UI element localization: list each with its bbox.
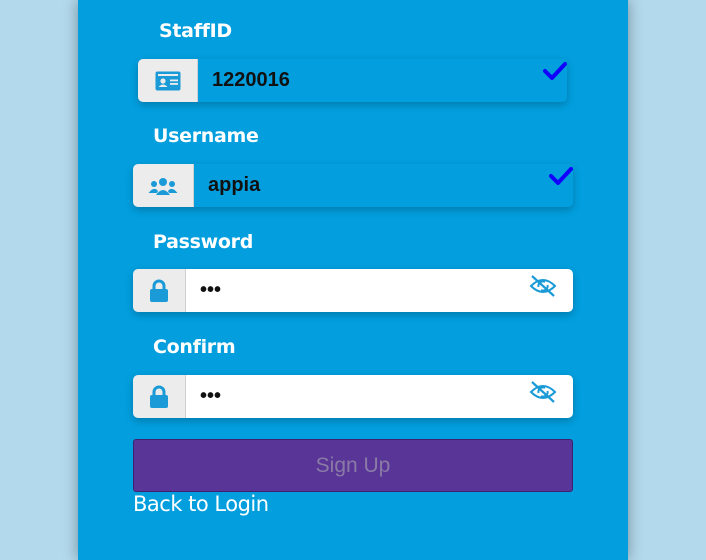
- check-icon: [543, 61, 567, 85]
- password-input[interactable]: •••: [186, 269, 573, 312]
- users-icon: [133, 164, 194, 207]
- username-input[interactable]: appia: [194, 164, 573, 207]
- password-label: Password: [153, 231, 254, 253]
- username-label: Username: [153, 125, 259, 147]
- check-icon: [549, 166, 573, 190]
- staff-id-label: StaffID: [159, 20, 232, 42]
- staff-id-input[interactable]: 1220016: [198, 59, 567, 102]
- confirm-field: •••: [133, 375, 573, 418]
- password-field: •••: [133, 269, 573, 312]
- id-card-icon: [138, 59, 198, 102]
- staff-id-field: 1220016: [138, 59, 567, 102]
- confirm-label: Confirm: [153, 336, 236, 358]
- lock-icon: [133, 375, 186, 418]
- username-field: appia: [133, 164, 573, 207]
- lock-icon: [133, 269, 186, 312]
- eye-slash-icon[interactable]: [529, 275, 557, 301]
- sign-up-button[interactable]: Sign Up: [133, 439, 573, 492]
- back-to-login-link[interactable]: Back to Login: [133, 492, 269, 516]
- confirm-input[interactable]: •••: [186, 375, 573, 418]
- eye-slash-icon[interactable]: [529, 381, 557, 407]
